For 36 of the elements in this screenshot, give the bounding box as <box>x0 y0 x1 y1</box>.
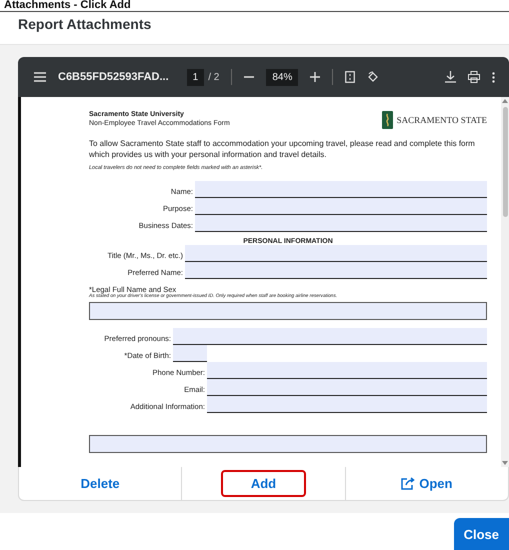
close-button[interactable]: Close <box>454 518 509 550</box>
logo-text: SACRAMENTO STATE <box>396 115 487 125</box>
scrollbar[interactable] <box>501 97 509 467</box>
print-icon[interactable] <box>468 71 480 83</box>
open-button[interactable]: Open <box>371 470 482 497</box>
rotate-icon[interactable] <box>367 71 380 83</box>
form-field[interactable] <box>207 378 487 396</box>
scroll-down-arrow-icon[interactable] <box>502 461 508 465</box>
form-field[interactable] <box>195 180 487 198</box>
action-button[interactable]: Add <box>220 470 306 497</box>
file-name: C6B55FD52593FAD... <box>58 71 169 83</box>
form-field[interactable] <box>89 302 487 320</box>
form-field[interactable] <box>195 198 487 215</box>
form-field[interactable] <box>207 396 487 413</box>
form-field[interactable] <box>185 262 487 279</box>
fit-page-icon[interactable] <box>345 71 356 83</box>
page-heading: Attachments - Click Add <box>4 0 131 11</box>
scroll-up-arrow-icon[interactable] <box>502 99 508 103</box>
form-field[interactable] <box>173 328 487 345</box>
page-total: / 2 <box>208 72 220 82</box>
page-number-field[interactable]: 1 <box>186 68 204 86</box>
form-field[interactable] <box>173 344 207 362</box>
menu-icon[interactable] <box>34 72 46 82</box>
leaf-logo-icon <box>382 111 393 129</box>
form-field[interactable] <box>89 434 487 453</box>
form-field[interactable] <box>195 214 487 232</box>
form-field[interactable] <box>185 244 487 262</box>
external-link-icon <box>401 477 416 490</box>
more-icon[interactable] <box>492 72 495 82</box>
zoom-in-icon[interactable] <box>310 72 320 82</box>
intro-paragraph: To allow Sacramento State staff to accommodation your upcoming travel, please read and complete this form which provides us with your personal information and travel details. <box>89 139 476 161</box>
action-button[interactable]: Delete <box>50 470 150 497</box>
zoom-field[interactable]: 84% <box>266 68 298 86</box>
dialog-title: Report Attachments <box>17 15 152 34</box>
download-icon[interactable] <box>445 71 456 83</box>
form-field[interactable] <box>207 362 487 379</box>
